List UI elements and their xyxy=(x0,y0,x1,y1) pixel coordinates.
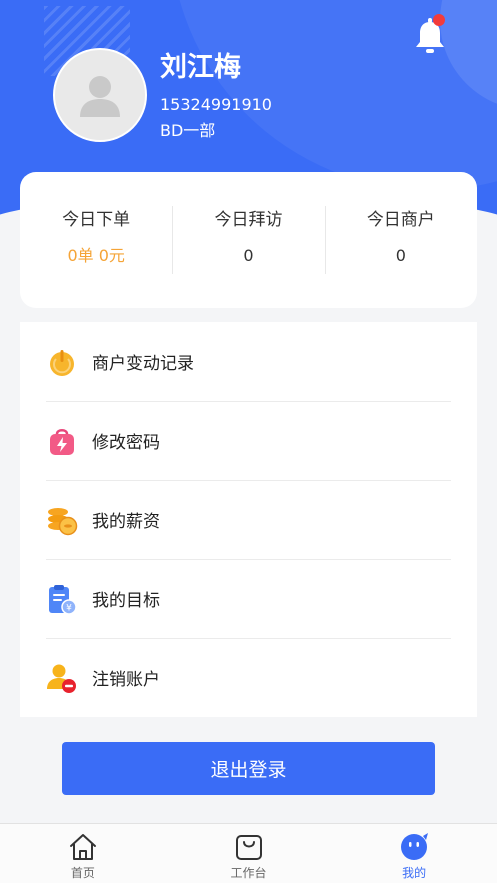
clipboard-icon: ¥ xyxy=(49,584,77,615)
stat-value: 0单 0元 xyxy=(67,246,125,265)
menu-item-my-salary[interactable]: 我的薪资 xyxy=(20,480,477,559)
tab-workbench[interactable]: 工作台 xyxy=(166,824,332,883)
stat-today-orders[interactable]: 今日下单 0单 0元 xyxy=(20,206,172,274)
stat-label: 今日商户 xyxy=(366,210,435,230)
coins-icon xyxy=(48,507,78,535)
home-icon xyxy=(69,834,96,860)
unread-badge xyxy=(433,14,445,26)
stat-today-merchants[interactable]: 今日商户 0 xyxy=(324,206,477,274)
bag-icon xyxy=(235,835,262,860)
svg-text:¥: ¥ xyxy=(66,603,72,613)
tab-label: 工作台 xyxy=(230,866,267,880)
notification-button[interactable] xyxy=(412,14,448,56)
user-phone: 15324991910 xyxy=(160,95,272,114)
profile-menu: 商户变动记录 修改密码 我的薪资 ¥ 我的目标 注销账户 xyxy=(20,322,477,717)
menu-item-label: 我的目标 xyxy=(92,591,160,611)
menu-item-label: 商户变动记录 xyxy=(92,354,194,374)
menu-item-my-goals[interactable]: ¥ 我的目标 xyxy=(20,559,477,638)
stat-label: 今日拜访 xyxy=(214,210,283,230)
menu-item-merchant-change-log[interactable]: 商户变动记录 xyxy=(20,322,477,401)
power-icon xyxy=(50,349,74,376)
tab-home[interactable]: 首页 xyxy=(0,824,166,883)
today-stats-card: 今日下单 0单 0元 今日拜访 0 今日商户 0 xyxy=(20,172,477,308)
chat-face-icon xyxy=(401,833,429,860)
stat-label: 今日下单 xyxy=(62,210,131,230)
menu-item-label: 修改密码 xyxy=(92,433,160,453)
lightning-bag-icon xyxy=(50,428,74,455)
menu-item-label: 我的薪资 xyxy=(92,512,160,532)
menu-item-delete-account[interactable]: 注销账户 xyxy=(20,638,477,717)
stat-value: 0 xyxy=(395,246,406,265)
default-user-icon xyxy=(80,76,120,117)
avatar[interactable] xyxy=(53,48,147,142)
bottom-tab-bar: 首页 工作台 我的 xyxy=(0,823,497,883)
stat-today-visits[interactable]: 今日拜访 0 xyxy=(172,206,324,274)
user-remove-icon xyxy=(47,664,76,693)
tab-mine[interactable]: 我的 xyxy=(331,824,497,883)
user-department: BD一部 xyxy=(160,121,216,140)
tab-label: 首页 xyxy=(70,866,95,880)
menu-item-label: 注销账户 xyxy=(92,670,160,690)
logout-button[interactable]: 退出登录 xyxy=(62,742,435,795)
tab-label: 我的 xyxy=(402,866,427,880)
menu-item-change-password[interactable]: 修改密码 xyxy=(20,401,477,480)
stat-value: 0 xyxy=(243,246,254,265)
user-name: 刘江梅 xyxy=(160,52,241,83)
